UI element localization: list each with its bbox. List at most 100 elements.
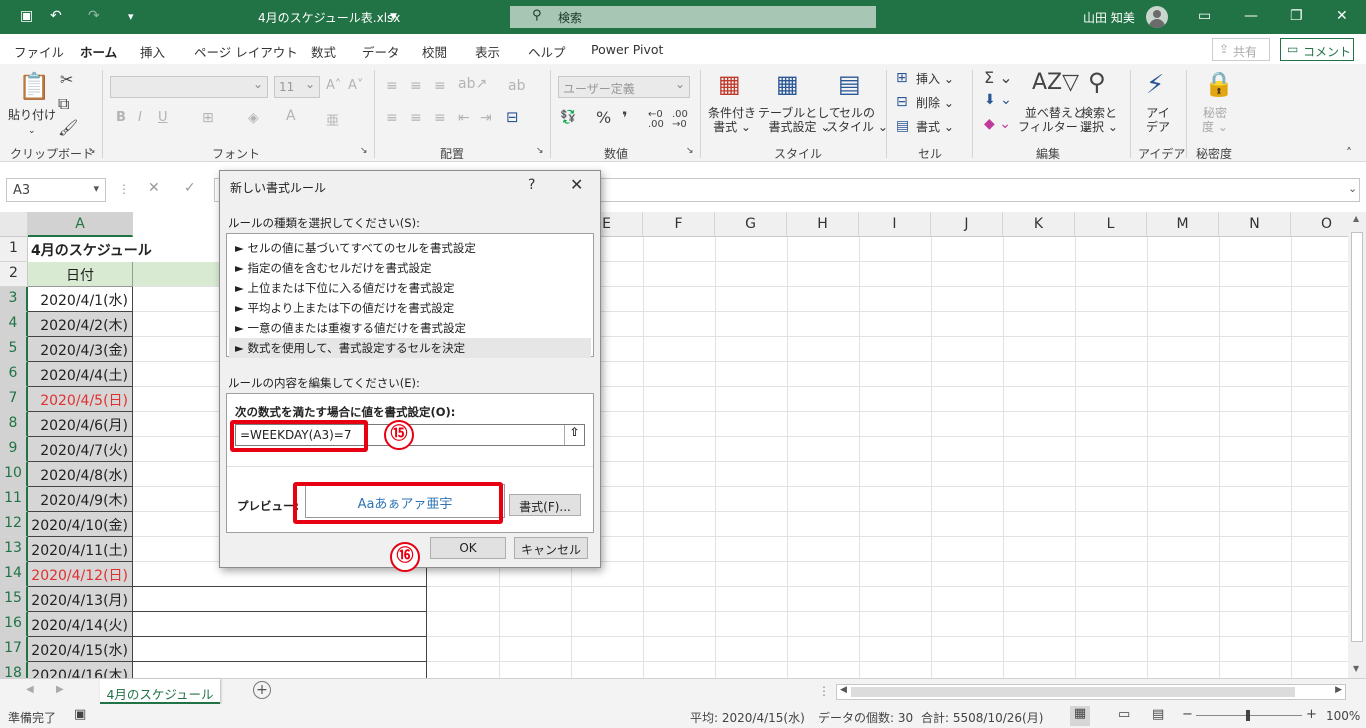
delete-cells-icon[interactable]: ⊟ bbox=[896, 94, 908, 110]
cell-a[interactable]: 2020/4/10(金) bbox=[28, 512, 133, 537]
indent-increase-icon[interactable]: ⇥ bbox=[480, 110, 492, 126]
format-painter-icon[interactable]: 🖌 bbox=[58, 118, 78, 137]
column-header-l[interactable]: L bbox=[1075, 212, 1147, 237]
number-format-combo[interactable]: ユーザー定義 bbox=[558, 76, 690, 98]
column-header-j[interactable]: J bbox=[931, 212, 1003, 237]
clear-icon[interactable]: ◆ ⌄ bbox=[984, 116, 1011, 132]
tab-formulas[interactable]: 数式 bbox=[311, 42, 336, 61]
column-header-f[interactable]: F bbox=[643, 212, 715, 237]
sensitivity-icon[interactable]: 🔒 bbox=[1204, 70, 1234, 98]
zoom-level[interactable]: 100% bbox=[1326, 709, 1360, 723]
restore-icon[interactable]: ❐ bbox=[1290, 8, 1303, 24]
select-all-corner[interactable] bbox=[0, 212, 28, 237]
table-format-icon[interactable]: ▦ bbox=[776, 70, 799, 98]
ok-button[interactable]: OK bbox=[430, 537, 506, 559]
chevron-down-icon[interactable]: ▼ bbox=[390, 12, 397, 22]
font-color-icon[interactable]: A bbox=[286, 108, 296, 124]
find-select-icon[interactable]: ⚲ bbox=[1088, 68, 1106, 96]
collapse-dialog-button[interactable]: ⇧ bbox=[564, 425, 584, 445]
cell-b[interactable] bbox=[133, 587, 427, 612]
row-header[interactable]: 18 bbox=[0, 662, 28, 678]
add-sheet-icon[interactable]: + bbox=[253, 681, 271, 699]
comma-icon[interactable]: ❜ bbox=[622, 108, 628, 127]
enter-formula-icon[interactable]: ✓ bbox=[184, 180, 196, 196]
column-header-k[interactable]: K bbox=[1003, 212, 1075, 237]
percent-icon[interactable]: % bbox=[596, 108, 611, 127]
scroll-left-icon[interactable]: ◀ bbox=[840, 685, 847, 695]
sensitivity-button[interactable]: 秘密度 ⌄ bbox=[1202, 106, 1228, 134]
cell-a[interactable]: 2020/4/8(水) bbox=[28, 462, 133, 487]
zoom-slider-thumb[interactable] bbox=[1246, 710, 1250, 721]
increase-decimal-icon[interactable]: ←0.00 bbox=[648, 110, 664, 130]
dialog-launcher-icon[interactable]: ↘ bbox=[536, 146, 544, 156]
zoom-out-icon[interactable]: − bbox=[1182, 707, 1193, 722]
wrap-text-icon[interactable]: ab bbox=[508, 78, 525, 94]
horizontal-scrollbar[interactable]: ◀ ▶ bbox=[836, 684, 1346, 700]
user-name[interactable]: 山田 知美 bbox=[1083, 9, 1135, 26]
border-icon[interactable]: ⊞ bbox=[202, 110, 214, 126]
cell-b[interactable] bbox=[133, 662, 427, 678]
row-header[interactable]: 12 bbox=[0, 512, 28, 537]
tab-power-pivot[interactable]: Power Pivot bbox=[591, 42, 663, 57]
merge-center-icon[interactable]: ⊟ bbox=[506, 108, 519, 126]
find-select-button[interactable]: 検索と 選択 ⌄ bbox=[1080, 106, 1118, 134]
normal-view-icon[interactable]: ▦ bbox=[1070, 706, 1090, 726]
scroll-right-icon[interactable]: ▶ bbox=[1335, 685, 1342, 695]
cell-a[interactable]: 2020/4/3(金) bbox=[28, 337, 133, 362]
rule-type-item[interactable]: ► 一意の値または重複する値だけを書式設定 bbox=[229, 318, 591, 338]
paste-icon[interactable]: 📋 bbox=[18, 72, 50, 102]
zoom-in-icon[interactable]: + bbox=[1306, 707, 1317, 722]
cancel-formula-icon[interactable]: ✕ bbox=[148, 180, 160, 196]
cut-icon[interactable]: ✂ bbox=[60, 70, 73, 89]
cell-b[interactable] bbox=[133, 612, 427, 637]
cell-a[interactable]: 2020/4/4(土) bbox=[28, 362, 133, 387]
expand-formula-icon[interactable]: ⌄ bbox=[1348, 182, 1357, 195]
scroll-up-icon[interactable]: ▲ bbox=[1353, 214, 1359, 223]
sheet-tab-schedule[interactable]: 4月のスケジュール bbox=[100, 679, 220, 704]
scroll-down-icon[interactable]: ▼ bbox=[1353, 664, 1359, 673]
undo-icon[interactable]: ↶ bbox=[50, 8, 62, 24]
format-cells-icon[interactable]: ▤ bbox=[896, 118, 909, 134]
tab-insert[interactable]: 挿入 bbox=[140, 42, 165, 61]
cell-a[interactable]: 2020/4/15(水) bbox=[28, 637, 133, 662]
save-icon[interactable]: ▣ bbox=[20, 8, 33, 24]
share-button[interactable]: ⇪ 共有 bbox=[1212, 38, 1270, 61]
row-header[interactable]: 11 bbox=[0, 487, 28, 512]
close-icon[interactable]: ✕ bbox=[1336, 8, 1348, 24]
tab-split-icon[interactable]: ⋮ bbox=[818, 684, 830, 698]
ideas-button[interactable]: アイ デア bbox=[1146, 106, 1170, 134]
currency-icon[interactable]: 💱 bbox=[560, 110, 576, 125]
tab-help[interactable]: ヘルプ bbox=[528, 42, 566, 61]
rule-type-item[interactable]: ► 上位または下位に入る値だけを書式設定 bbox=[229, 278, 591, 298]
ideas-icon[interactable]: ⚡ bbox=[1146, 70, 1164, 100]
tab-review[interactable]: 校閲 bbox=[422, 42, 447, 61]
tab-home[interactable]: ホーム bbox=[80, 42, 118, 68]
cell-a[interactable]: 2020/4/1(水) bbox=[28, 287, 133, 312]
rule-type-list[interactable]: ► セルの値に基づいてすべてのセルを書式設定 ► 指定の値を含むセルだけを書式設… bbox=[226, 233, 594, 358]
cell-a[interactable]: 日付 bbox=[28, 262, 133, 287]
align-middle-icon[interactable]: ≡ bbox=[410, 78, 422, 94]
help-icon[interactable]: ? bbox=[528, 177, 535, 193]
cancel-button[interactable]: キャンセル bbox=[514, 537, 588, 559]
cell-a[interactable]: 4月のスケジュール bbox=[28, 237, 152, 262]
scroll-thumb[interactable] bbox=[1351, 232, 1363, 642]
bold-icon[interactable]: B bbox=[116, 110, 126, 125]
cell-a[interactable]: 2020/4/5(日) bbox=[28, 387, 133, 412]
vertical-scrollbar[interactable]: ▲ ▼ bbox=[1348, 212, 1366, 678]
conditional-format-button[interactable]: 条件付き 書式 ⌄ bbox=[708, 106, 756, 134]
column-header-m[interactable]: M bbox=[1147, 212, 1219, 237]
row-header[interactable]: 14 bbox=[0, 562, 28, 587]
row-header[interactable]: 4 bbox=[0, 312, 28, 337]
row-header[interactable]: 3 bbox=[0, 287, 28, 312]
ribbon-display-icon[interactable]: ▭ bbox=[1198, 8, 1211, 24]
format-button[interactable]: 書式(F)... bbox=[509, 494, 581, 516]
row-header[interactable]: 9 bbox=[0, 437, 28, 462]
fill-color-icon[interactable]: ◈ bbox=[248, 110, 259, 126]
copy-icon[interactable]: ⧉ bbox=[58, 94, 69, 114]
tab-view[interactable]: 表示 bbox=[475, 42, 500, 61]
cell-a[interactable]: 2020/4/16(木) bbox=[28, 662, 133, 678]
row-header[interactable]: 8 bbox=[0, 412, 28, 437]
indent-decrease-icon[interactable]: ⇤ bbox=[458, 110, 470, 126]
fill-icon[interactable]: ⬇ ⌄ bbox=[984, 92, 1012, 108]
search-box[interactable]: ⚲ 検索 bbox=[510, 6, 876, 28]
